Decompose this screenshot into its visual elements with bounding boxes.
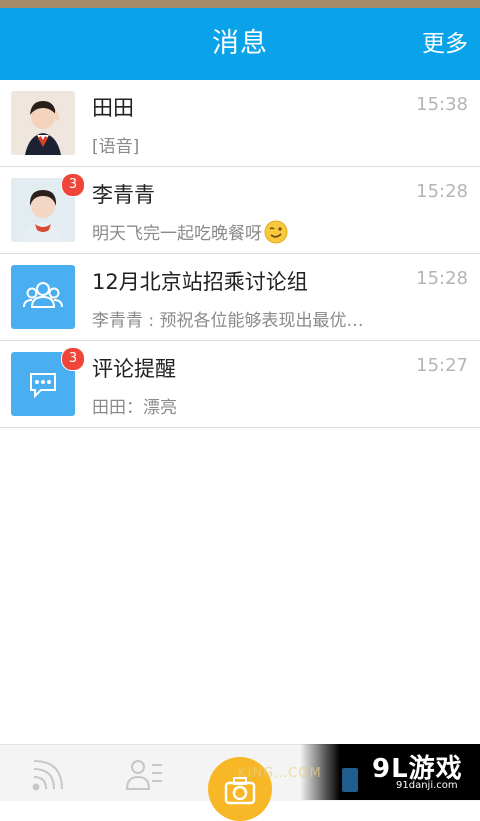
contact-name: 评论提醒 (92, 357, 176, 381)
unread-badge: 3 (61, 173, 85, 197)
message-preview: 明天飞完一起吃晚餐呀 (92, 219, 288, 249)
message-time: 15:28 (416, 268, 468, 289)
more-button[interactable]: 更多 (422, 8, 468, 80)
conversation-list: 田田 15:38 [语音] 3 李青青 15:28 明天飞完一起吃晚餐呀 12月… (0, 80, 480, 428)
watermark-faint-text: KING…COM (238, 766, 322, 781)
watermark-site: 91danji.com (396, 780, 458, 791)
conversation-row[interactable]: 田田 15:38 [语音] (0, 80, 480, 167)
page-title: 消息 (212, 28, 268, 59)
conversation-row[interactable]: 3 李青青 15:28 明天飞完一起吃晚餐呀 (0, 167, 480, 254)
contacts-icon (125, 760, 162, 790)
group-name: 12月北京站招乘讨论组 (92, 270, 308, 294)
app-header: 消息 更多 (0, 8, 480, 80)
message-time: 15:28 (416, 181, 468, 202)
avatar (11, 91, 75, 155)
tab-contacts[interactable] (96, 745, 192, 801)
tab-feed[interactable] (0, 745, 96, 801)
contact-name: 李青青 (92, 183, 155, 207)
app-icon (342, 768, 358, 792)
unread-badge: 3 (61, 347, 85, 371)
wink-emoji-icon (264, 220, 288, 249)
message-preview-text: 明天飞完一起吃晚餐呀 (92, 224, 262, 244)
contact-name: 田田 (92, 96, 134, 120)
message-time: 15:38 (416, 94, 468, 115)
message-preview: 田田：漂亮 (92, 398, 177, 418)
message-preview: [语音] (92, 137, 140, 157)
conversation-row[interactable]: 3 评论提醒 15:27 田田：漂亮 (0, 341, 480, 428)
status-bar (0, 0, 480, 8)
message-time: 15:27 (416, 355, 468, 376)
feed-icon (32, 760, 63, 791)
conversation-row[interactable]: 12月北京站招乘讨论组 15:28 李青青 : 预祝各位能够表现出最优… (0, 254, 480, 341)
group-icon (23, 282, 63, 308)
message-preview: 李青青 : 预祝各位能够表现出最优… (92, 311, 364, 331)
group-avatar (11, 265, 75, 329)
